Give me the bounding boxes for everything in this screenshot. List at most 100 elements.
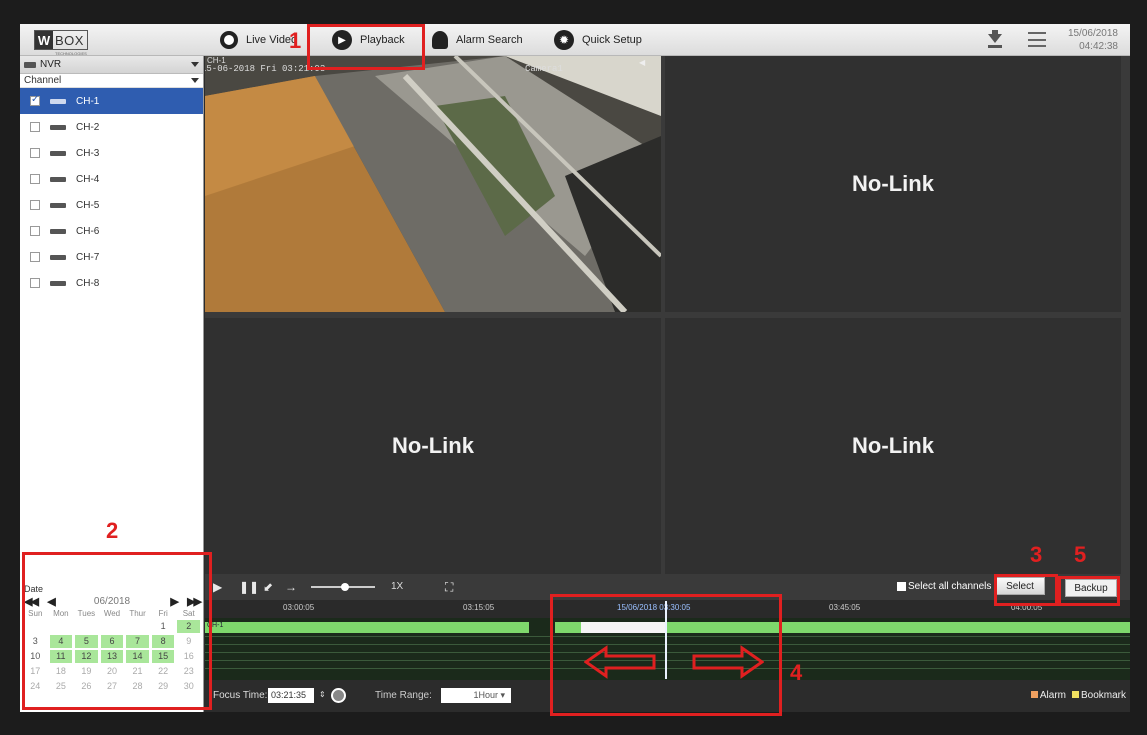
- legend-alarm: Alarm: [1030, 690, 1066, 701]
- video-tile-2[interactable]: No-Link: [665, 56, 1121, 312]
- tick-label: 03:15:05: [463, 603, 495, 612]
- tick-label: 03:45:05: [829, 603, 861, 612]
- channel-header[interactable]: Channel: [20, 74, 203, 88]
- focus-time-input[interactable]: 03:21:35: [268, 688, 314, 703]
- device-select[interactable]: NVR: [20, 56, 203, 74]
- tick-label: 03:00:05: [283, 603, 315, 612]
- locate-icon[interactable]: [331, 688, 346, 703]
- logo-box: BOX: [55, 32, 84, 48]
- nav-live-video[interactable]: Live Video: [220, 28, 297, 52]
- gear-icon: ✹: [554, 30, 574, 50]
- no-link-label: No-Link: [852, 171, 934, 196]
- recording-segment[interactable]: [205, 622, 529, 633]
- select-all-checkbox[interactable]: [897, 582, 906, 591]
- video-tile-ch1[interactable]: CH-1 15-06-2018 Fri 03:21:03 Camera1 ◀: [205, 56, 661, 312]
- select-all-label: Select all channels: [908, 581, 992, 592]
- video-grid: CH-1 15-06-2018 Fri 03:21:03 Camera1 ◀ N…: [205, 56, 1130, 574]
- channel-item[interactable]: CH-2: [20, 114, 203, 140]
- channel-label: CH-1: [76, 95, 100, 107]
- camera-icon: [50, 150, 66, 156]
- download-icon[interactable]: [988, 30, 1002, 48]
- channel-checkbox[interactable]: [30, 226, 40, 236]
- channel-label: CH-7: [76, 251, 100, 263]
- slider-knob[interactable]: [341, 583, 349, 591]
- video-tile-4[interactable]: No-Link: [665, 318, 1121, 574]
- menu-icon[interactable]: [1028, 32, 1046, 47]
- channel-label: CH-5: [76, 199, 100, 211]
- time-range-select[interactable]: 1Hour ▾: [441, 688, 511, 703]
- osd-camera-name: Camera1: [525, 64, 563, 74]
- annotation-number-1: 1: [289, 28, 302, 53]
- camera-icon: [50, 124, 66, 130]
- caret-down-icon: [191, 78, 199, 83]
- channel-list: CH-1 CH-2 CH-3 CH-4 CH-5 CH-6 CH-7 CH-8: [20, 88, 203, 296]
- wbox-logo: W BOX TECHNOLOGIES: [34, 30, 88, 56]
- channel-header-label: Channel: [24, 75, 62, 86]
- play-icon[interactable]: ▶: [213, 580, 222, 594]
- camera-icon: [50, 254, 66, 260]
- channel-label: CH-8: [76, 277, 100, 289]
- channel-item[interactable]: CH-5: [20, 192, 203, 218]
- fullscreen-icon[interactable]: ⛶: [445, 580, 453, 595]
- annotation-left-arrow-icon: [584, 645, 656, 679]
- channel-checkbox[interactable]: [30, 278, 40, 288]
- live-video-icon: [220, 31, 238, 49]
- channel-label: CH-3: [76, 147, 100, 159]
- camera-icon: [50, 228, 66, 234]
- clock-time: 04:42:38: [1079, 41, 1118, 52]
- legend-bookmark: Bookmark: [1071, 690, 1126, 701]
- nav-alarm-search-label: Alarm Search: [456, 34, 523, 46]
- channel-checkbox[interactable]: [30, 94, 40, 106]
- channel-checkbox[interactable]: [30, 148, 40, 158]
- clock-date: 15/06/2018: [1067, 28, 1118, 39]
- channel-checkbox[interactable]: [30, 122, 40, 132]
- annotation-box-1: [307, 24, 425, 70]
- alarm-search-icon: [432, 31, 448, 49]
- channel-item[interactable]: CH-6: [20, 218, 203, 244]
- annotation-number-5: 5: [1074, 542, 1087, 567]
- top-bar: W BOX TECHNOLOGIES Live Video ▶ Playback…: [20, 24, 1130, 56]
- no-link-label: No-Link: [852, 433, 934, 458]
- camera-feed-image: [205, 56, 661, 312]
- channel-item[interactable]: CH-7: [20, 244, 203, 270]
- channel-checkbox[interactable]: [30, 200, 40, 210]
- nav-quick-setup[interactable]: ✹ Quick Setup: [554, 28, 642, 52]
- channel-checkbox[interactable]: [30, 174, 40, 184]
- camera-icon: [50, 202, 66, 208]
- spinner-icon[interactable]: ⇕: [319, 690, 326, 699]
- channel-checkbox[interactable]: [30, 252, 40, 262]
- channel-item[interactable]: CH-8: [20, 270, 203, 296]
- channel-item[interactable]: CH-1: [20, 88, 203, 114]
- annotation-number-4: 4: [790, 660, 803, 685]
- channel-label: CH-4: [76, 173, 100, 185]
- channel-item[interactable]: CH-3: [20, 140, 203, 166]
- pause-icon[interactable]: ❚❚: [239, 580, 259, 594]
- annotation-right-arrow-icon: [692, 645, 764, 679]
- camera-icon: [50, 176, 66, 182]
- speed-slider[interactable]: [311, 583, 375, 591]
- no-link-label: No-Link: [392, 433, 474, 458]
- timeline-legend: Alarm Bookmark: [1030, 690, 1126, 701]
- annotation-number-2: 2: [106, 518, 119, 543]
- nvr-icon: [24, 61, 36, 68]
- nav-quick-setup-label: Quick Setup: [582, 34, 642, 46]
- step-icon[interactable]: ⬋: [263, 580, 273, 594]
- focus-time-label: Focus Time:: [213, 690, 268, 701]
- channel-label: CH-6: [76, 225, 100, 237]
- device-label: NVR: [40, 59, 62, 70]
- forward-icon[interactable]: →: [285, 580, 297, 594]
- logo-w: W: [35, 31, 53, 49]
- nav-alarm-search[interactable]: Alarm Search: [432, 28, 523, 52]
- select-all-channels[interactable]: Select all channels: [897, 581, 991, 592]
- clock: 15/06/2018 04:42:38: [1068, 27, 1118, 53]
- channel-item[interactable]: CH-4: [20, 166, 203, 192]
- speaker-icon[interactable]: ◀: [639, 58, 647, 67]
- annotation-box-3: [994, 574, 1058, 606]
- video-tile-3[interactable]: No-Link: [205, 318, 661, 574]
- annotation-number-3: 3: [1030, 542, 1043, 567]
- annotation-box-2: [22, 552, 212, 710]
- channel-label: CH-2: [76, 121, 100, 133]
- annotation-box-5: [1058, 576, 1120, 606]
- time-range-label: Time Range:: [375, 690, 432, 701]
- speed-label: 1X: [391, 581, 404, 592]
